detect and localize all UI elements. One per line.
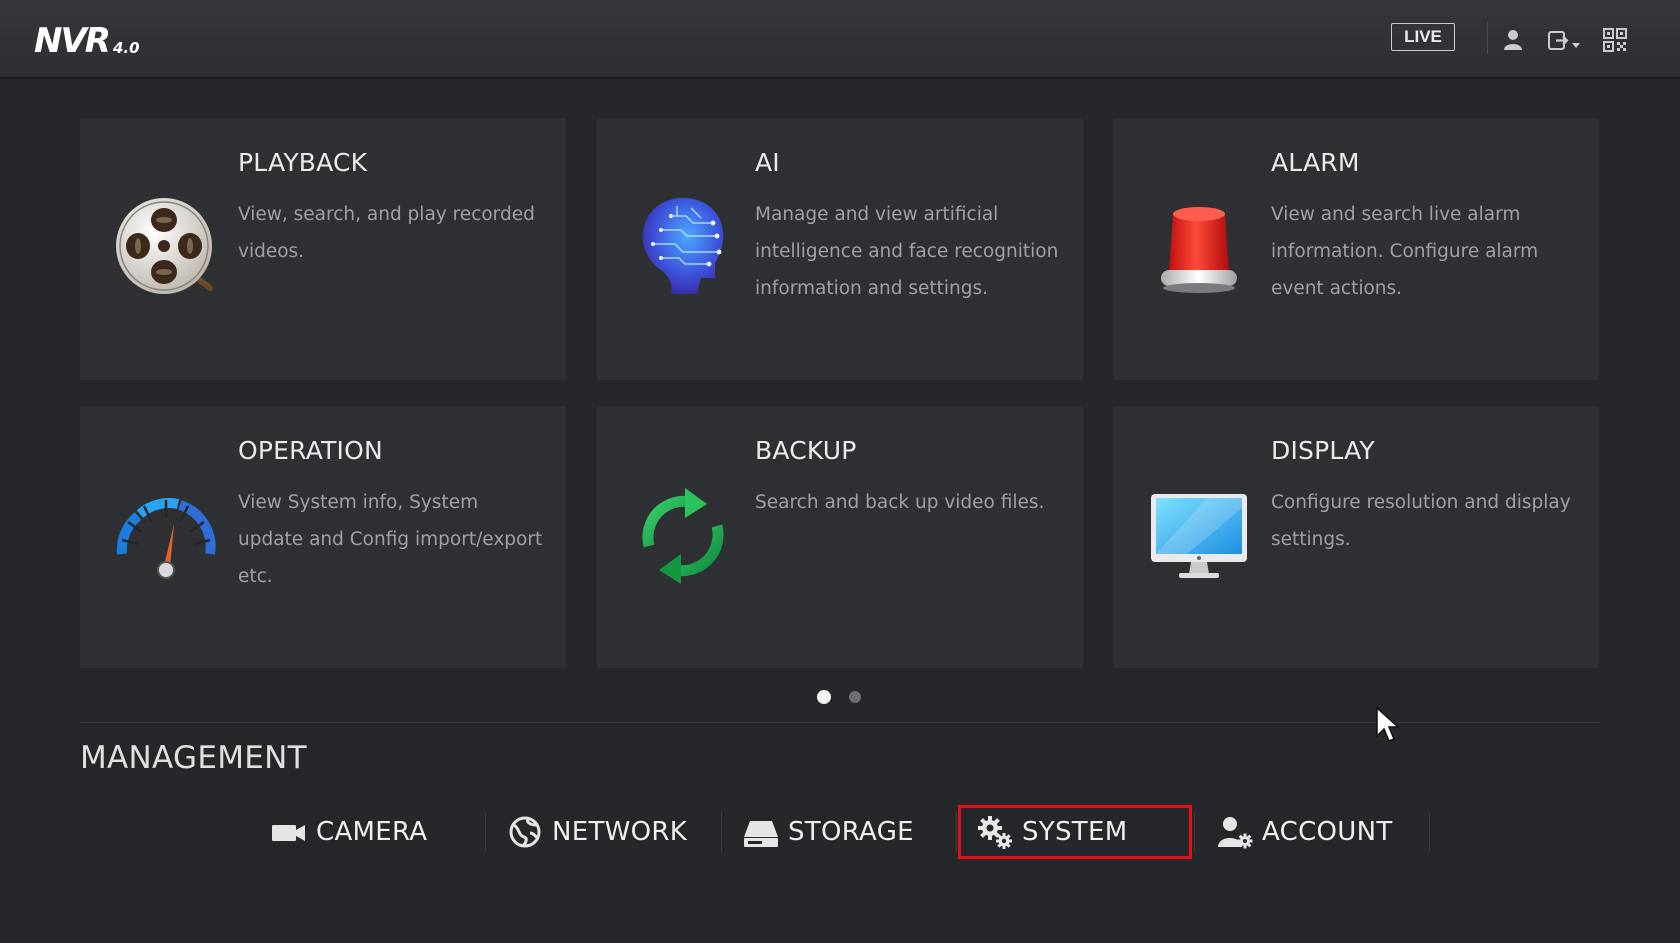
management-network[interactable]: NETWORK xyxy=(506,805,687,859)
management-camera[interactable]: CAMERA xyxy=(270,805,427,859)
card-title: AI xyxy=(755,148,780,177)
card-ai[interactable]: AI Manage and view artificial intelligen… xyxy=(597,118,1083,380)
ai-head-icon xyxy=(642,198,724,294)
header-divider xyxy=(1487,22,1488,54)
network-globe-icon xyxy=(509,816,541,848)
management-item-label: CAMERA xyxy=(316,817,428,847)
nvr-logo: NVR 4.0 xyxy=(34,20,140,60)
user-gear-icon xyxy=(1218,817,1253,849)
management-item-label: ACCOUNT xyxy=(1262,817,1393,847)
management-item-label: SYSTEM xyxy=(1022,817,1128,847)
logo-text: NVR xyxy=(34,21,111,61)
management-divider-line xyxy=(956,812,957,852)
card-display[interactable]: DISPLAY Configure resolution and display… xyxy=(1113,406,1599,668)
logo-version: 4.0 xyxy=(112,39,140,57)
film-reel-icon xyxy=(116,198,213,294)
gauge-icon xyxy=(116,498,216,579)
page-dot-2[interactable] xyxy=(849,691,861,703)
user-icon[interactable] xyxy=(1499,26,1527,54)
monitor-icon xyxy=(1151,494,1247,578)
alarm-siren-icon xyxy=(1161,207,1237,293)
card-operation[interactable]: OPERATION View System info, System updat… xyxy=(80,406,566,668)
management-divider-line xyxy=(1429,812,1430,852)
hard-drive-icon xyxy=(744,821,778,847)
refresh-arrows-icon xyxy=(642,488,724,584)
management-divider xyxy=(80,722,1600,723)
page-dot-1[interactable] xyxy=(817,690,831,704)
card-description: Configure resolution and display setting… xyxy=(1271,492,1571,550)
logout-icon[interactable] xyxy=(1545,26,1585,54)
card-backup[interactable]: BACKUP Search and back up video files. xyxy=(597,406,1083,668)
gears-icon xyxy=(978,816,1012,849)
camera-icon xyxy=(272,825,305,841)
top-bar: NVR 4.0 LIVE xyxy=(0,0,1680,79)
card-description: View and search live alarm information. … xyxy=(1271,204,1539,299)
card-title: ALARM xyxy=(1271,148,1360,177)
card-description: Search and back up video files. xyxy=(755,492,1045,513)
qr-code-icon[interactable] xyxy=(1601,26,1629,54)
card-alarm[interactable]: ALARM View and search live alarm informa… xyxy=(1113,118,1599,380)
card-description: Manage and view artificial intelligence … xyxy=(755,204,1059,299)
management-item-label: STORAGE xyxy=(788,817,914,847)
management-divider-line xyxy=(485,812,486,852)
management-divider-line xyxy=(1194,812,1195,852)
card-title: OPERATION xyxy=(238,436,383,465)
management-item-label: NETWORK xyxy=(552,817,688,847)
management-system[interactable]: SYSTEM xyxy=(958,805,1192,859)
card-title: BACKUP xyxy=(755,436,857,465)
mouse-cursor-icon xyxy=(1376,706,1400,742)
live-button[interactable]: LIVE xyxy=(1391,23,1455,51)
card-description: View, search, and play recorded videos. xyxy=(238,204,535,262)
management-divider-line xyxy=(721,812,722,852)
management-storage[interactable]: STORAGE xyxy=(742,805,914,859)
card-title: PLAYBACK xyxy=(238,148,368,177)
card-title: DISPLAY xyxy=(1271,436,1375,465)
management-title: MANAGEMENT xyxy=(80,740,307,776)
card-playback[interactable]: PLAYBACK View, search, and play recorded… xyxy=(80,118,566,380)
card-description: View System info, System update and Conf… xyxy=(238,492,543,587)
management-account[interactable]: ACCOUNT xyxy=(1216,805,1393,859)
